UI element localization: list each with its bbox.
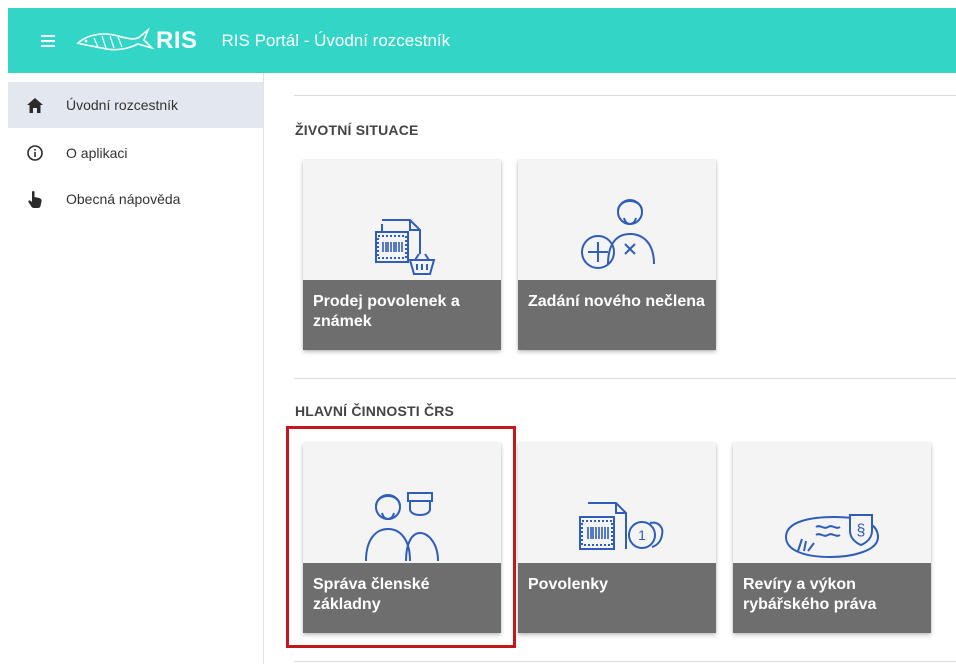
info-icon [24,142,46,164]
sidebar-item-label: O aplikaci [66,145,128,161]
tile-permit-sale[interactable]: Prodej povolenek a známek [303,160,501,350]
tile-label: Zadání nového nečlena [518,280,716,350]
main-content: ŽIVOTNÍ SITUACE Prodej povolenek a známe… [264,73,956,664]
section-divider [294,95,956,96]
page-title: RIS Portál - Úvodní rozcestník [221,30,451,50]
section-title-life-situations: ŽIVOTNÍ SITUACE [295,122,419,138]
new-nonmember-icon [518,160,716,280]
section-divider [294,378,956,379]
tile-label: Revíry a výkon rybářského práva [733,563,931,633]
tile-new-nonmember[interactable]: Zadání nového nečlena [518,160,716,350]
fishing-ground-icon: § [733,443,931,563]
tile-fishing-grounds[interactable]: § Revíry a výkon rybářského práva [733,443,931,633]
members-icon [303,443,501,563]
tile-label: Prodej povolenek a známek [303,280,501,350]
section-divider [294,661,956,662]
sidebar-item-label: Obecná nápověda [66,191,181,207]
sidebar-item-about[interactable]: O aplikaci [8,130,263,176]
svg-text:§: § [857,522,866,539]
hamburger-icon[interactable] [28,21,68,61]
permit-coins-icon: 1 [518,443,716,563]
sidebar-item-home[interactable]: Úvodní rozcestník [8,82,263,128]
sidebar-item-label: Úvodní rozcestník [66,97,179,113]
fish-logo-icon [76,26,154,50]
permit-basket-icon [303,160,501,280]
svg-text:1: 1 [638,527,646,543]
home-icon [24,94,46,116]
tile-label: Povolenky [518,563,716,633]
tile-member-management[interactable]: Správa členské základny [303,443,501,633]
ris-logo[interactable]: RIS [74,26,198,56]
tile-label: Správa členské základny [303,563,501,633]
section-title-main-activities: HLAVNÍ ČINNOSTI ČRS [295,403,455,419]
tile-permits[interactable]: 1 Povolenky [518,443,716,633]
top-app-bar: RIS RIS Portál - Úvodní rozcestník [8,8,956,73]
logo-text: RIS [156,26,198,54]
sidebar-item-help[interactable]: Obecná nápověda [8,176,263,222]
help-hand-icon [24,188,46,210]
sidebar: Úvodní rozcestník O aplikaci Obecná nápo… [8,73,264,664]
